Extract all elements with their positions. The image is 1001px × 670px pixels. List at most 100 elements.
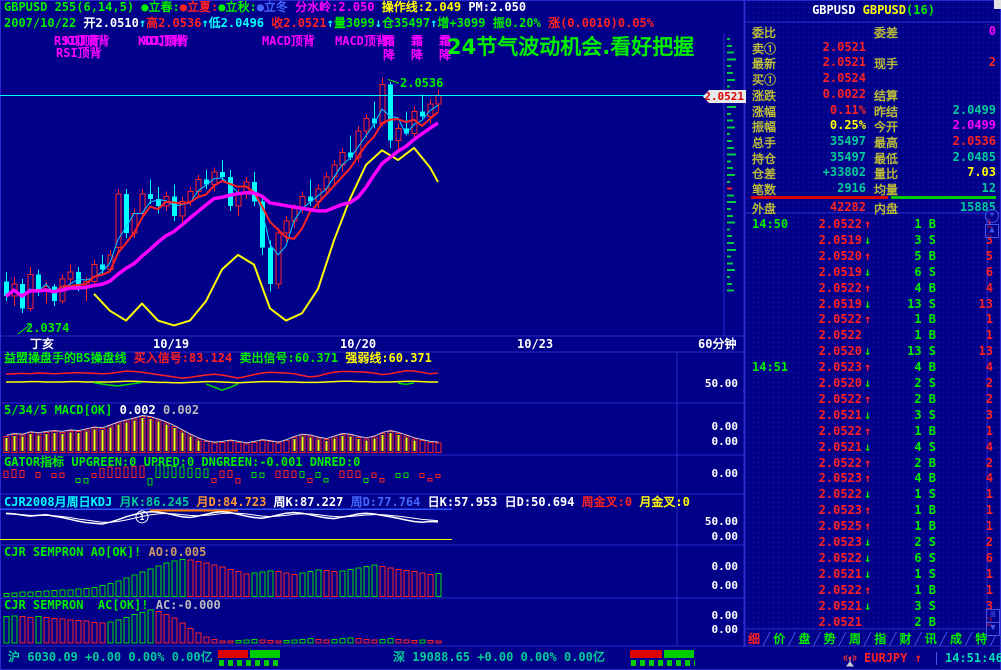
- tab-4[interactable]: 势: [824, 630, 836, 647]
- down-arrow-icon: ↓: [864, 296, 872, 311]
- up-arrow-icon: ↑: [864, 280, 872, 295]
- ticker-pair[interactable]: EURJPY ↑: [864, 651, 922, 665]
- quote-cell: 2.0521: [822, 39, 866, 54]
- tick-count: 4: [985, 280, 993, 295]
- bs-indicator: [5, 369, 439, 391]
- bottom-tab-bar: 细╱价╱盘╱势╱周╱指╱财╱讯╱成╱特╱解: [746, 630, 1001, 647]
- tab-separator: ╱: [914, 631, 922, 646]
- chart-annotation: 降: [411, 48, 424, 62]
- scale-label: 0.00: [711, 609, 739, 622]
- tick-price: 2.0522: [818, 582, 862, 597]
- tick-price: 2.0523: [818, 535, 862, 549]
- chart-annotation: KDJ顶背: [143, 34, 189, 48]
- up-arrow-icon: ↑: [864, 471, 872, 486]
- list-view-icon[interactable]: ≡: [986, 609, 1000, 623]
- down-arrow-icon: ↓: [864, 598, 872, 613]
- last-price-tag: 2.0521: [703, 90, 746, 103]
- tick-volume: 2 S: [914, 376, 936, 390]
- tick-row: 2.0522 ↑ 4 B 4: [746, 281, 1001, 296]
- tick-price: 2.0522: [818, 423, 862, 438]
- tick-row: 2.0521 ↓ 4 S 4: [746, 440, 1001, 455]
- tab-8[interactable]: 讯: [925, 630, 937, 647]
- top-info-segment: 低2.0496: [208, 16, 272, 30]
- top-info-segment: 涨(0.0010)0.05%: [548, 16, 654, 30]
- macd-indicator: [3, 415, 442, 454]
- scroll-up-icon[interactable]: ▲: [985, 224, 999, 238]
- tick-count: 13: [978, 344, 993, 359]
- top-info-segment: GBPUSD 255(6,14,5): [4, 0, 142, 14]
- quote-row: 最新 2.0521 现手 2: [746, 55, 1001, 71]
- tick-count: 6: [985, 550, 993, 565]
- top-info-segment: ●: [256, 0, 264, 14]
- tick-count: 4: [985, 471, 993, 486]
- top-info-segment: 开2.0510: [83, 16, 139, 30]
- indicator-label-segment: CJR2008月周日KDJ: [4, 495, 120, 509]
- up-arrow-icon: ↑: [864, 503, 872, 518]
- tab-7[interactable]: 财: [900, 630, 912, 647]
- quote-cell: 2.0499: [952, 118, 996, 133]
- tick-volume: 1 S: [914, 487, 936, 502]
- up-arrow-icon: ↑: [864, 217, 872, 231]
- tick-count: 4: [985, 439, 993, 454]
- tick-row: 14:51 2.0523 ↑ 4 B 4: [746, 360, 1001, 375]
- tick-count: 1: [985, 487, 993, 502]
- top-info-segment: 立春:: [148, 0, 180, 14]
- tick-count: 1: [985, 423, 993, 438]
- quote-cell: 委差: [874, 26, 899, 40]
- tick-count: 6: [985, 264, 993, 279]
- clock: 14:51:46: [936, 651, 1001, 666]
- chart-annotation: RSI顶背: [56, 46, 102, 60]
- indicator-label-segment: DNGREEN:-0.001: [201, 455, 310, 469]
- tab-separator: ╱: [889, 631, 897, 646]
- quote-cell: 卖①: [752, 41, 777, 56]
- tick-volume: 6 S: [914, 550, 936, 565]
- tick-volume: 1 B: [914, 328, 936, 343]
- quote-cell: 15885: [959, 200, 996, 214]
- tab-6[interactable]: 指: [874, 630, 886, 647]
- tab-separator: ╱: [965, 631, 973, 646]
- indicator-label-segment: 月K:86.245: [119, 495, 197, 509]
- up-arrow-icon: ↑: [864, 423, 872, 438]
- tab-3[interactable]: 盘: [799, 630, 811, 647]
- scale-label: 0.00: [711, 623, 739, 636]
- tick-row: 2.0521 ↓ 3 S3: [746, 599, 1001, 614]
- scroll-top-icon[interactable]: +: [985, 209, 999, 223]
- window-corner-handle[interactable]: [994, 0, 1001, 9]
- quote-cell: 35497: [829, 149, 866, 164]
- top-info-segment: 立冬: [263, 0, 296, 14]
- up-arrow-icon: ↑: [864, 312, 872, 327]
- tick-volume: 2 S: [914, 535, 936, 549]
- quote-cell: 7.03: [967, 165, 996, 180]
- svg-text:1: 1: [140, 513, 145, 522]
- quote-cell: 12: [981, 181, 996, 195]
- scroll-down-icon[interactable]: ▼: [986, 622, 1000, 636]
- quote-row: 持仓 35497 最低 2.0485: [746, 149, 1001, 166]
- tab-9[interactable]: 成: [950, 630, 962, 647]
- tick-price: 2.0522: [818, 217, 862, 231]
- sz-advance-bar: [630, 650, 662, 658]
- quote-row: 涨跌 0.0022 结算: [746, 87, 1001, 103]
- indicator-label-segment: 日K:57.953: [427, 495, 505, 509]
- tick-volume: 6 S: [914, 264, 936, 279]
- tick-row: 2.0522 1 B 1: [746, 328, 1001, 343]
- indicator-label-segment: 益盟操盘手的BS操盘线: [4, 351, 134, 365]
- tick-count: 2: [985, 455, 993, 470]
- indicator-label-row: CJR2008月周日KDJ 月K:86.245 月D:84.723 周K:87.…: [4, 495, 690, 509]
- indicator-label-segment: CJR SEMPRON AO[OK]!: [4, 545, 149, 559]
- top-info-segment: 量3099: [333, 16, 375, 30]
- tick-price: 2.0522: [818, 487, 862, 502]
- tab-1[interactable]: 细: [748, 630, 760, 647]
- tab-2[interactable]: 价: [773, 630, 785, 647]
- quote-row: 买① 2.0524: [746, 71, 1001, 87]
- tick-row: 2.0522 ↑ 1 B 1: [746, 312, 1001, 327]
- indicator-label-segment: AO:0.005: [148, 545, 207, 559]
- quote-cell: 外盘: [752, 202, 777, 216]
- chart-annotation: 2.0536: [400, 76, 444, 90]
- indicator-label-row: GATOR指标 UPGREEN:0 UPRED:0 DNGREEN:-0.001…: [4, 455, 360, 469]
- network-signal-icon: [843, 654, 857, 667]
- quote-row: 笔数 2916 均量 12: [746, 181, 1001, 197]
- symbol-header-segment: GBPUSD: [812, 3, 863, 17]
- tab-5[interactable]: 周: [849, 630, 861, 647]
- tick-volume: 1 S: [914, 566, 936, 581]
- tick-volume: 3 S: [914, 232, 936, 247]
